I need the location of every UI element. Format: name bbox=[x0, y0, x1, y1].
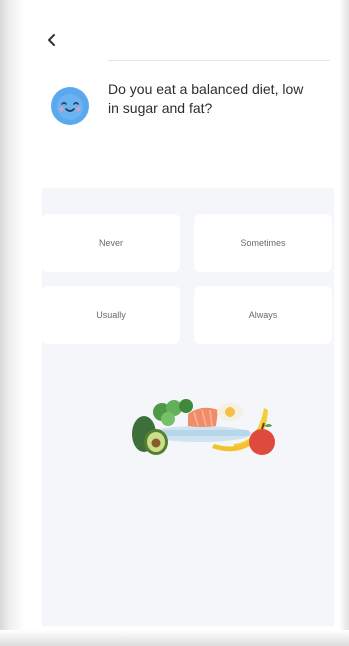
question-text: Do you eat a balanced diet, low in sugar… bbox=[108, 80, 326, 118]
bottom-shadow bbox=[0, 630, 349, 646]
phone-screen: Do you eat a balanced diet, low in sugar… bbox=[24, 0, 338, 632]
avatar bbox=[50, 86, 90, 126]
progress-line bbox=[108, 60, 330, 61]
healthy-food-illustration bbox=[122, 386, 282, 466]
back-button[interactable] bbox=[42, 30, 62, 50]
question-line-1: Do you eat a balanced diet, low bbox=[108, 81, 304, 97]
right-shadow bbox=[339, 0, 349, 646]
option-sometimes[interactable]: Sometimes bbox=[194, 214, 332, 272]
option-always[interactable]: Always bbox=[194, 286, 332, 344]
option-never[interactable]: Never bbox=[42, 214, 180, 272]
smiley-face-icon bbox=[51, 87, 89, 125]
left-shadow bbox=[0, 0, 24, 646]
chevron-left-icon bbox=[48, 34, 55, 46]
question-line-2: in sugar and fat? bbox=[108, 100, 213, 116]
options-panel: Never Sometimes Usually Always bbox=[42, 188, 334, 626]
option-usually[interactable]: Usually bbox=[42, 286, 180, 344]
